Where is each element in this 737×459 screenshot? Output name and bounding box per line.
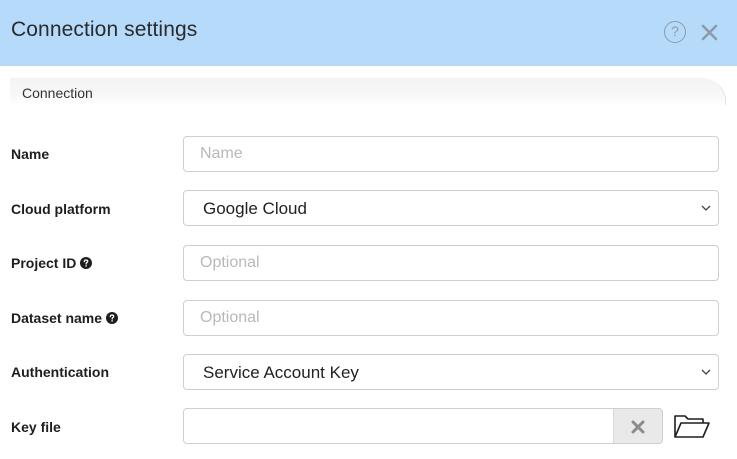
project-id-label: Project ID: [11, 255, 93, 271]
x-icon: [631, 420, 645, 434]
project-id-field-box: [183, 245, 719, 281]
authentication-select[interactable]: Service Account Key: [183, 354, 719, 390]
cloud-platform-select[interactable]: Google Cloud: [183, 190, 719, 226]
close-icon[interactable]: [699, 20, 721, 44]
dataset-name-field-box: [183, 300, 719, 336]
name-field-box: [183, 136, 719, 172]
dialog-title: Connection settings: [11, 18, 198, 41]
connection-section-tab[interactable]: Connection: [10, 78, 726, 105]
chevron-down-icon: [701, 205, 711, 211]
question-circle-solid-icon[interactable]: [80, 257, 93, 269]
question-circle-solid-icon[interactable]: [106, 312, 119, 324]
dialog-header: Connection settings ?: [0, 0, 737, 66]
clear-key-file-button[interactable]: [613, 409, 662, 443]
authentication-label: Authentication: [11, 364, 109, 380]
connection-settings-dialog: Connection settings ? Connection Name Cl…: [0, 0, 737, 459]
section-tab-label: Connection: [22, 85, 93, 101]
name-input[interactable]: [184, 137, 718, 171]
key-file-field-box: [183, 408, 663, 444]
cloud-platform-label: Cloud platform: [11, 201, 111, 217]
chevron-down-icon: [701, 369, 711, 375]
project-id-input[interactable]: [184, 246, 718, 280]
authentication-value: Service Account Key: [203, 363, 359, 382]
name-label: Name: [11, 146, 50, 162]
folder-open-icon[interactable]: [673, 413, 711, 440]
key-file-label: Key file: [11, 419, 61, 435]
dataset-name-input[interactable]: [184, 301, 718, 335]
dataset-name-label: Dataset name: [11, 310, 119, 326]
cloud-platform-value: Google Cloud: [203, 199, 307, 218]
key-file-input[interactable]: [184, 409, 614, 443]
help-icon[interactable]: ?: [664, 21, 686, 43]
